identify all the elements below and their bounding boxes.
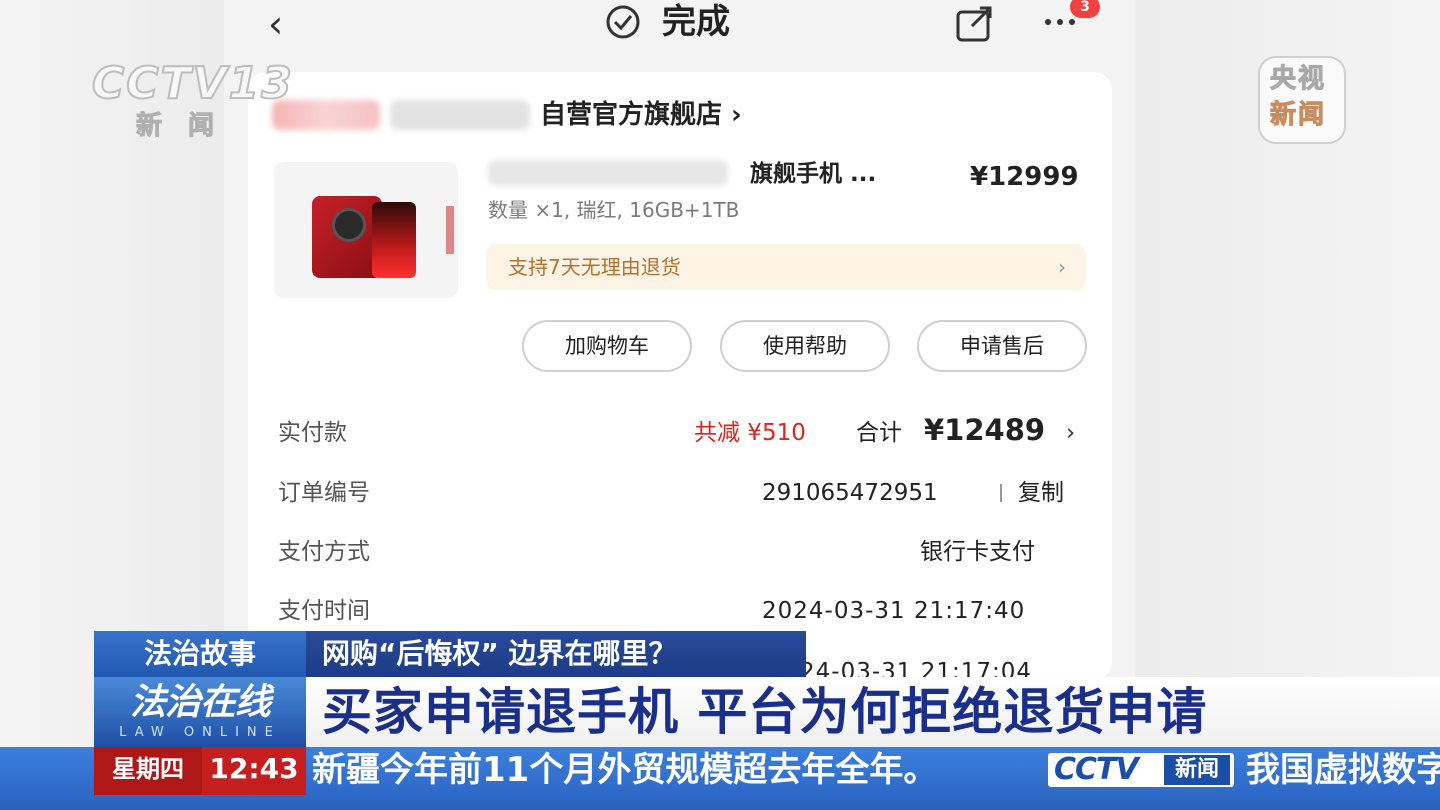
store-name-link[interactable]: 自营官方旗舰店 › <box>540 96 742 134</box>
copy-button[interactable]: 复制 <box>1018 476 1064 510</box>
pay-time: 2024-03-31 21:17:40 <box>762 598 1026 624</box>
camera-module <box>332 208 366 242</box>
yangshi-logo-line1: 央视 <box>1269 64 1327 95</box>
ticker-cctv-logo: CCTV <box>1054 752 1139 787</box>
check-circle-icon <box>606 5 640 39</box>
box-label <box>446 206 454 254</box>
page-title: 完成 <box>662 2 730 42</box>
pay-method-label: 支付方式 <box>278 539 370 565</box>
help-button[interactable]: 使用帮助 <box>720 320 890 372</box>
weekday: 星期四 <box>112 755 184 783</box>
ticker-text: 新疆今年前11个月外贸规模超去年全年。 <box>312 750 938 790</box>
cctv13-logo: CCTV13 <box>91 57 294 110</box>
yangshi-logo-line2: 新闻 <box>1269 100 1327 131</box>
total-amount[interactable]: ¥12489 <box>924 410 1045 450</box>
add-to-cart-button[interactable]: 加购物车 <box>522 320 692 372</box>
topic-text: 网购“后悔权” 边界在哪里？ <box>322 637 677 670</box>
chevron-right-icon[interactable]: › <box>1066 416 1075 450</box>
pay-method: 银行卡支付 <box>920 539 1035 565</box>
store-brand-blurred <box>390 100 530 130</box>
ticker-next-text: 我国虚拟数字 <box>1246 750 1440 790</box>
pay-time-label: 支付时间 <box>278 598 370 624</box>
program-brand: 法治在线 <box>129 682 271 723</box>
product-spec: 数量 ×1, 瑞红, 16GB+1TB <box>488 198 740 222</box>
notification-badge: 3 <box>1070 0 1100 18</box>
order-number: 291065472951 <box>762 480 938 506</box>
share-icon[interactable] <box>954 4 998 44</box>
program-tag: 法治故事 <box>143 637 256 670</box>
phone-front-image <box>372 202 416 278</box>
back-icon[interactable]: ‹ <box>268 4 302 44</box>
product-price: ¥12999 <box>970 162 1079 192</box>
cctv13-logo-sub: 新闻 <box>135 111 241 142</box>
program-brand-sub: LAW ONLINE <box>119 725 281 740</box>
paid-label: 实付款 <box>278 420 347 446</box>
headline: 买家申请退手机 平台为何拒绝退货申请 <box>322 683 1208 741</box>
product-brand-blurred <box>488 160 728 186</box>
divider <box>1000 484 1002 502</box>
product-name[interactable]: 旗舰手机 ... <box>750 158 876 190</box>
product-image[interactable] <box>274 162 458 298</box>
return-policy-text: 支持7天无理由退货 <box>508 255 681 279</box>
ticker-xinwen-logo: 新闻 <box>1164 755 1230 785</box>
total-label: 合计 <box>856 420 902 446</box>
order-number-label: 订单编号 <box>278 480 370 506</box>
discount-amount: 共减 ¥510 <box>694 420 806 446</box>
after-sales-button[interactable]: 申请售后 <box>917 320 1087 372</box>
clock: 12:43 <box>209 752 299 785</box>
chevron-right-icon: › <box>1058 255 1066 279</box>
